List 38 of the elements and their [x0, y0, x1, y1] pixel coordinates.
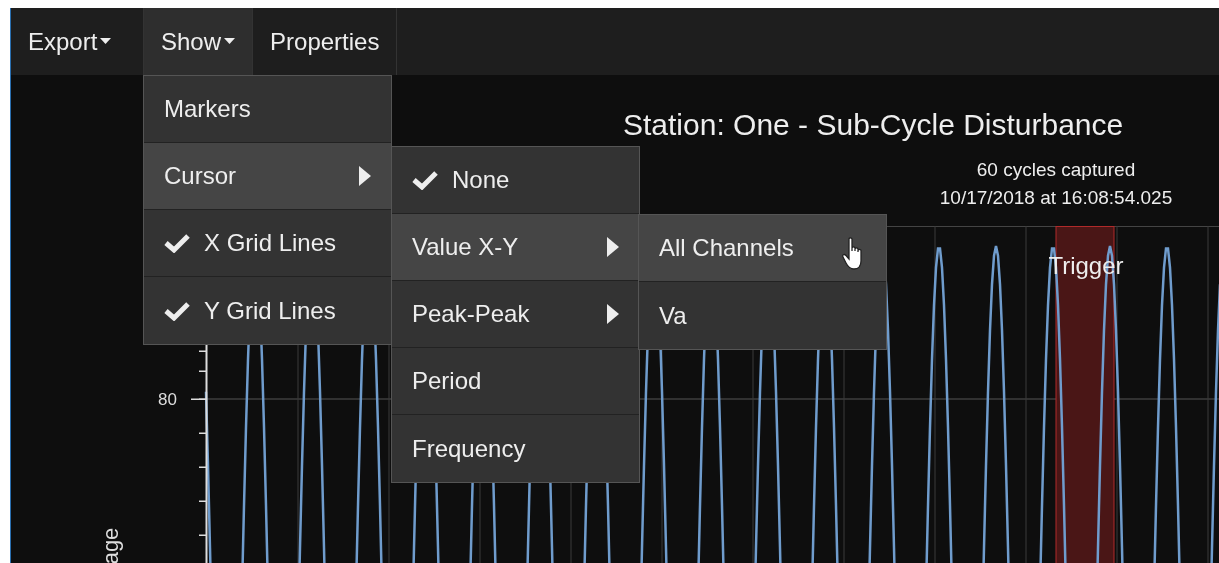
axis-tick-mark [199, 466, 206, 468]
caret-icon [100, 38, 112, 45]
y-axis-label: age [98, 527, 123, 563]
menu-item[interactable]: All Channels [639, 215, 886, 282]
menu-item[interactable]: Value X-Y [392, 214, 639, 281]
menu-item-label: Va [659, 301, 687, 330]
menu-item-label: Markers [164, 95, 251, 123]
chart-title: Station: One - Sub-Cycle Disturbance [623, 108, 1124, 142]
submenu-arrow-icon [607, 304, 619, 324]
menu-item-label: Y Grid Lines [204, 296, 336, 325]
submenu-arrow-icon [607, 237, 619, 257]
menu-item[interactable]: Va [639, 282, 886, 349]
chart-subtitle: 60 cycles captured [975, 158, 1137, 182]
menu-item-label: Peak-Peak [412, 300, 530, 328]
menu-item[interactable]: Frequency [392, 415, 639, 482]
axis-tick-mark [199, 370, 206, 372]
menu-item-label: All Channels [659, 234, 794, 262]
menu-item-label: Frequency [412, 434, 526, 463]
axis-tick-mark [199, 534, 206, 536]
menu-item-label: Period [412, 367, 482, 395]
menu-item-label: Cursor [164, 162, 236, 190]
checkmark-icon [412, 170, 438, 190]
menu-item-label: None [452, 166, 510, 194]
submenu-arrow-icon [359, 166, 371, 186]
checkmark-icon [164, 233, 190, 253]
y-tick-label: 80 [158, 390, 177, 409]
axis-tick-mark [199, 500, 206, 502]
axis-tick-mark [199, 432, 206, 434]
menu-item[interactable]: Cursor [144, 143, 391, 210]
menu-item[interactable]: Period [392, 348, 639, 415]
caret-icon [224, 38, 236, 45]
menu-item-label: X Grid Lines [204, 229, 337, 257]
toolbar-menu-button[interactable]: Show [144, 8, 254, 75]
chart-subtitle: 10/17/2018 at 16:08:54.025 [938, 186, 1174, 210]
menu-item[interactable]: Y Grid Lines [144, 277, 391, 344]
axis-tick-mark [199, 350, 206, 352]
menu-item-label: Value X-Y [412, 233, 519, 261]
checkmark-icon [164, 300, 190, 321]
